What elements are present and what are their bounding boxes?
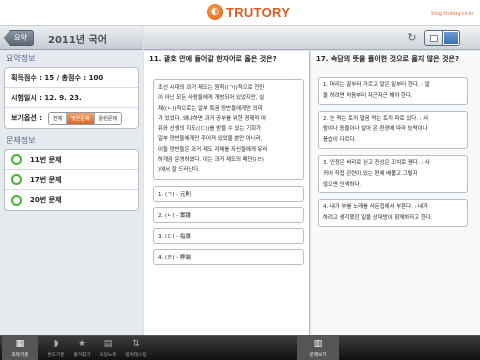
trutory-logo: ◐ TRUTORY [207, 4, 290, 20]
option-all[interactable]: 전체 [49, 112, 68, 124]
question-17-title: 17. 속담의 뜻을 풀이한 것으로 옳지 않은 것은? [316, 55, 459, 63]
back-button[interactable]: 요약 [4, 30, 34, 46]
question-list: 11번 문제 17번 문제 20번 문제 [4, 149, 139, 211]
question-item-17[interactable]: 17번 문제 [5, 170, 138, 190]
logo-text: TRUTORY [226, 4, 291, 20]
question-17-option-4[interactable]: 4. 내가 부를 노래를 사돈집에서 부른다. : 내가 하려고 생각했던 일을… [318, 199, 468, 227]
question-11-passage: 조선 시대의 과거 제도는 원칙((ㄱ))적으로 천민 이 아닌 모든 사람들에… [153, 79, 304, 180]
question-11-option-3[interactable]: 3. (ㄷ) - 指導 [153, 227, 304, 244]
question-item-label: 11번 문제 [30, 155, 62, 164]
tab-label: 문제보기 [309, 353, 327, 358]
passage-line: 이 아닌 모든 사람들에게 개방되어 있었지만, 실 [158, 95, 265, 102]
bottom-tab-bar: ▦ 과목기준 ◗ 완도기준 ★ 즐겨찾기 ▤ 오답노트 ⇅ 범위테스팅 ▥ 문제… [0, 335, 480, 360]
brand-header: ◐ TRUTORY blog.trutory.co.kr [0, 0, 480, 26]
passage-line: )에서 잘 드러난다. [158, 167, 200, 174]
tab-range-test[interactable]: ⇅ 범위테스팅 [118, 336, 154, 360]
passage-line: 하게끔 운영하였다. 이는 과거 제도의 폐단((ㄹ) [158, 157, 264, 164]
correct-circle-icon [11, 174, 22, 185]
question-item-11[interactable]: 11번 문제 [5, 150, 138, 170]
right-toolbar: ↻ [144, 26, 480, 50]
question-11-option-4[interactable]: 4. (ㄹ) - 弊端 [153, 248, 304, 265]
question-11-title: 11. 괄호 안에 들어갈 한자어로 옳은 것은? [149, 55, 277, 63]
option-line: 2. 눈 먹는 토끼 얼음 먹는 토끼 따로 있다. : 사 [323, 115, 429, 122]
tab-label: 오답노트 [99, 353, 117, 358]
tab-label: 과목기준 [11, 353, 29, 358]
option-line: 하려고 생각했던 일을 상대방이 함께하자고 한다. [323, 215, 433, 222]
correct-circle-icon [11, 194, 22, 206]
option-line: 람이나 동물이나 살아 온 환경에 따라 능력이나 [323, 126, 428, 133]
option-wrong[interactable]: 틀린문제 [94, 112, 122, 124]
passage-line: 일부 양반들에게만 주어져 있었을 뿐만 아니라, [158, 136, 263, 143]
option-correct[interactable]: 맞은문제 [67, 112, 95, 124]
correct-circle-icon [11, 154, 22, 165]
question-17-panel: 17. 속담의 뜻을 풀이한 것으로 옳지 않은 것은? 1. 머리는 끝부터 … [311, 51, 480, 335]
refresh-icon[interactable]: ↻ [405, 31, 419, 45]
passage-line: 가 있었다. 왜냐하면 과거 공부를 위한 경제적 여 [158, 115, 266, 122]
option-line: 풍습이 다르다. [323, 137, 357, 144]
star-icon: ★ [77, 339, 87, 349]
question-item-20[interactable]: 20번 문제 [5, 190, 138, 210]
tag-icon: ◗ [53, 339, 59, 349]
page-title: 2011년 국어 [48, 35, 107, 46]
option-line: 않으면 인색하다. [323, 181, 362, 188]
page-view-switch[interactable] [424, 30, 460, 46]
note-icon: ▤ [103, 339, 113, 349]
passage-line: 조선 시대의 과거 제도는 원칙((ㄱ))적으로 천민 [158, 85, 265, 91]
option-line: 3. 인정은 바리로 싣고 진상은 꼬치로 꿴다. : 사 [323, 159, 430, 166]
tab-subject[interactable]: ▦ 과목기준 [2, 336, 38, 360]
passage-line: 이들 양반들은 과거 제도 자체를 자신들에게 유리 [158, 146, 268, 153]
single-page-icon[interactable] [425, 31, 442, 45]
passage-line: 제((ㄴ))적으로는 일부 특권 양반들에게만 의미 [158, 105, 263, 112]
question-11-panel: 11. 괄호 안에 들어갈 한자어로 옳은 것은? 조선 시대의 과거 제도는 … [144, 51, 310, 335]
tab-label: 즐겨찾기 [73, 353, 91, 358]
question-17-option-3[interactable]: 3. 인정은 바리로 싣고 진상은 꼬치로 꿴다. : 사 귀어 직접 관련이 … [318, 154, 468, 194]
summary-group: 획득점수 : 15 / 총점수 : 100 시험일시 : 12. 9. 23. … [4, 67, 139, 129]
question-17-option-2[interactable]: 2. 눈 먹는 토끼 얼음 먹는 토끼 따로 있다. : 사 람이나 동물이나 … [318, 110, 468, 149]
date-text: 시험일시 : 12. 9. 23. [11, 93, 82, 102]
score-row: 획득점수 : 15 / 총점수 : 100 [5, 68, 138, 88]
question-item-label: 17번 문제 [30, 175, 62, 184]
passage-line: 유와 선생의 지도((ㄷ))를 받을 수 있는 기회가 [158, 126, 262, 133]
exam-view-icon: ▥ [313, 339, 323, 349]
tab-label: 범위테스팅 [125, 353, 147, 358]
option-line: 4. 내가 부를 노래를 사돈집에서 부른다. : 내가 [323, 204, 428, 211]
view-option-row: 보기옵션 : 전체 맞은문제 틀린문제 [5, 108, 138, 128]
blog-url[interactable]: blog.trutory.co.kr [431, 11, 474, 17]
score-text: 획득점수 : 15 / 총점수 : 100 [11, 73, 104, 82]
tab-label: 완도기준 [47, 353, 65, 358]
sort-icon: ⇅ [132, 339, 140, 349]
option-line: 을 하려면 처음부터 자근자근 해야 한다. [323, 92, 413, 99]
option-line: 귀어 직접 관련이 있는 편에 베풀고 그렇지 [323, 170, 418, 177]
summary-panel: 요약정보 획득점수 : 15 / 총점수 : 100 시험일시 : 12. 9.… [0, 50, 143, 335]
date-row: 시험일시 : 12. 9. 23. [5, 88, 138, 108]
option-line: 1. 머리는 끝부터 가르고 말은 밑부터 한다. : 말 [323, 82, 430, 88]
double-page-icon[interactable] [442, 31, 459, 45]
calendar-icon: ▦ [15, 339, 25, 349]
summary-section-title: 요약정보 [6, 54, 36, 63]
question-item-label: 20번 문제 [30, 196, 62, 204]
view-option-segmented-control[interactable]: 전체 맞은문제 틀린문제 [48, 111, 123, 125]
questions-section-title: 문제정보 [6, 136, 36, 145]
question-11-option-1[interactable]: 1. (ㄱ) - 元則 [153, 185, 304, 202]
question-17-option-1[interactable]: 1. 머리는 끝부터 가르고 말은 밑부터 한다. : 말 을 하려면 처음부터… [318, 77, 468, 105]
view-option-label: 보기옵션 : [11, 114, 42, 122]
logo-mark-icon: ◐ [207, 4, 223, 20]
tab-view-questions[interactable]: ▥ 문제보기 [297, 336, 339, 360]
question-11-option-2[interactable]: 2. (ㄴ) - 實踐 [153, 206, 304, 223]
left-navbar: 요약 2011년 국어 [0, 26, 143, 50]
